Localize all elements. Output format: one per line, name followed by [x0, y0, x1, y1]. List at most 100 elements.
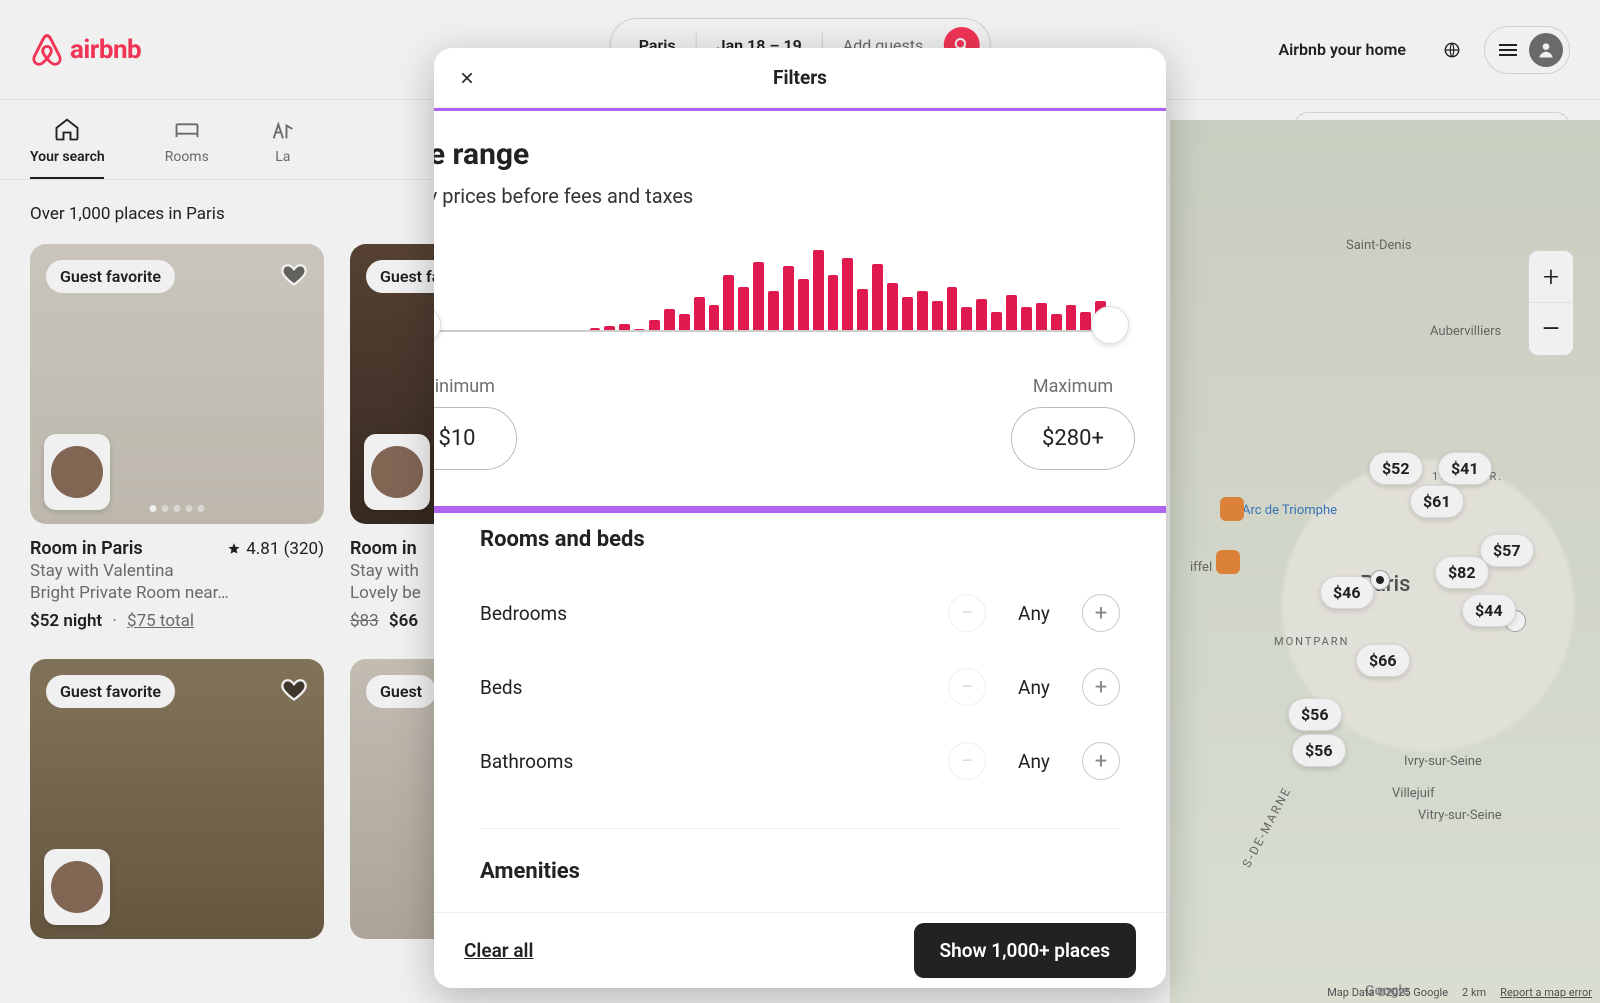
category-label: Rooms: [165, 149, 209, 165]
slider-handle-max[interactable]: [1091, 306, 1129, 344]
close-button[interactable]: [456, 67, 478, 89]
map-price-pill[interactable]: $41: [1438, 452, 1492, 485]
zoom-out-button[interactable]: −: [1529, 303, 1573, 355]
close-icon: [459, 70, 475, 86]
map-label: Ivry-sur-Seine: [1404, 754, 1482, 769]
listing-title: Room in Paris: [30, 538, 143, 559]
bathrooms-row: Bathrooms − Any +: [480, 724, 1120, 798]
rooms-section: Rooms and beds Bedrooms − Any + Beds − A…: [434, 527, 1166, 884]
map-label: Vitry-sur-Seine: [1418, 808, 1502, 823]
row-value: Any: [1012, 602, 1056, 625]
listing-rating: 4.81 (320): [227, 539, 324, 559]
zoom-in-button[interactable]: +: [1529, 251, 1573, 303]
heart-icon: [280, 675, 308, 703]
host-avatar: [44, 434, 110, 510]
decrement-button[interactable]: −: [948, 668, 986, 706]
account-menu[interactable]: [1484, 26, 1570, 74]
map-price-pill[interactable]: $61: [1410, 485, 1464, 518]
listing-title: Room in: [350, 538, 417, 559]
map-price-pill[interactable]: $52: [1369, 452, 1423, 485]
category-la[interactable]: La: [269, 115, 297, 165]
logo-icon: [30, 33, 64, 67]
row-value: Any: [1012, 676, 1056, 699]
map-price-pill[interactable]: $56: [1292, 734, 1346, 767]
map-zoom: + −: [1528, 250, 1574, 356]
listing-host: Stay with Valentina: [30, 561, 324, 581]
listing-card[interactable]: Guest favorite: [30, 659, 324, 939]
category-label: Your search: [30, 149, 105, 165]
header-right: Airbnb your home: [1264, 26, 1570, 74]
category-your-search[interactable]: Your search: [30, 115, 105, 165]
clear-all-button[interactable]: Clear all: [464, 939, 533, 962]
filters-modal: Filters Price range Nightly prices befor…: [434, 48, 1166, 988]
map-label: Saint-Denis: [1346, 238, 1411, 253]
heart-icon: [280, 260, 308, 288]
max-price-group: Maximum $280+: [1011, 376, 1135, 470]
listing-image[interactable]: Guest favorite: [30, 244, 324, 524]
map-price-pill[interactable]: $82: [1435, 556, 1489, 589]
increment-button[interactable]: +: [1082, 668, 1120, 706]
beds-row: Beds − Any +: [480, 650, 1120, 724]
bed-icon: [173, 115, 201, 143]
increment-button[interactable]: +: [1082, 742, 1120, 780]
row-label: Bathrooms: [480, 750, 573, 773]
decrement-button[interactable]: −: [948, 594, 986, 632]
listing-image[interactable]: Guest favorite: [30, 659, 324, 939]
modal-footer: Clear all Show 1,000+ places: [434, 912, 1166, 988]
guest-favorite-badge: Guest: [366, 675, 436, 708]
poi-icon: [1216, 550, 1240, 574]
host-link[interactable]: Airbnb your home: [1264, 30, 1420, 69]
map-label: Villejuif: [1392, 786, 1435, 801]
category-label: La: [275, 149, 290, 165]
increment-button[interactable]: +: [1082, 594, 1120, 632]
guest-favorite-badge: Guest favorite: [46, 260, 175, 293]
price-histogram[interactable]: [434, 234, 1121, 354]
report-map-error-link[interactable]: Report a map error: [1500, 986, 1592, 999]
map-label: Arc de Triomphe: [1242, 503, 1337, 518]
price-range-subtitle: Nightly prices before fees and taxes: [434, 184, 1157, 208]
category-icon: [269, 115, 297, 143]
image-pager[interactable]: [150, 505, 205, 512]
language-button[interactable]: [1430, 28, 1474, 72]
max-price-input[interactable]: $280+: [1011, 407, 1135, 470]
house-icon: [53, 115, 81, 143]
category-rooms[interactable]: Rooms: [165, 115, 209, 165]
map-label: MONTPARN: [1274, 635, 1349, 648]
globe-icon: [1443, 41, 1461, 59]
modal-title: Filters: [773, 66, 827, 89]
listing-card[interactable]: Guest favorite Room in Paris 4.81 (320) …: [30, 244, 324, 631]
decrement-button[interactable]: −: [948, 742, 986, 780]
avatar: [1529, 33, 1563, 67]
modal-header: Filters: [434, 48, 1166, 108]
price-range-section: Price range Nightly prices before fees a…: [434, 108, 1166, 513]
listing-price: $52 night · $75 total: [30, 611, 324, 631]
guest-favorite-badge: Guest favorite: [46, 675, 175, 708]
map-price-pill[interactable]: $57: [1480, 534, 1534, 567]
row-label: Beds: [480, 676, 522, 699]
poi-icon: [1220, 497, 1244, 521]
map-label: iffel: [1190, 560, 1212, 575]
slider-track[interactable]: [434, 330, 1121, 332]
save-button[interactable]: [280, 260, 308, 288]
max-label: Maximum: [1033, 376, 1113, 397]
rooms-heading: Rooms and beds: [480, 527, 1120, 552]
price-range-heading: Price range: [434, 137, 1157, 172]
host-avatar: [44, 849, 110, 925]
show-places-button[interactable]: Show 1,000+ places: [914, 923, 1136, 978]
map-label: Aubervilliers: [1430, 324, 1501, 339]
map-price-pill[interactable]: $44: [1462, 594, 1516, 627]
min-price-group: Minimum $10: [434, 376, 517, 470]
map-price-pill[interactable]: $66: [1356, 644, 1410, 677]
listing-desc: Bright Private Room near…: [30, 583, 324, 603]
map-price-pill[interactable]: $56: [1288, 698, 1342, 731]
map-price-pill[interactable]: $46: [1320, 576, 1374, 609]
menu-icon: [1499, 44, 1517, 56]
bedrooms-row: Bedrooms − Any +: [480, 576, 1120, 650]
row-label: Bedrooms: [480, 602, 567, 625]
save-button[interactable]: [280, 675, 308, 703]
map[interactable]: + − Saint-Denis Aubervilliers 19TH ARR. …: [1170, 120, 1600, 1003]
row-value: Any: [1012, 750, 1056, 773]
star-icon: [227, 542, 241, 556]
logo[interactable]: airbnb: [30, 33, 141, 67]
min-price-input[interactable]: $10: [434, 407, 517, 470]
